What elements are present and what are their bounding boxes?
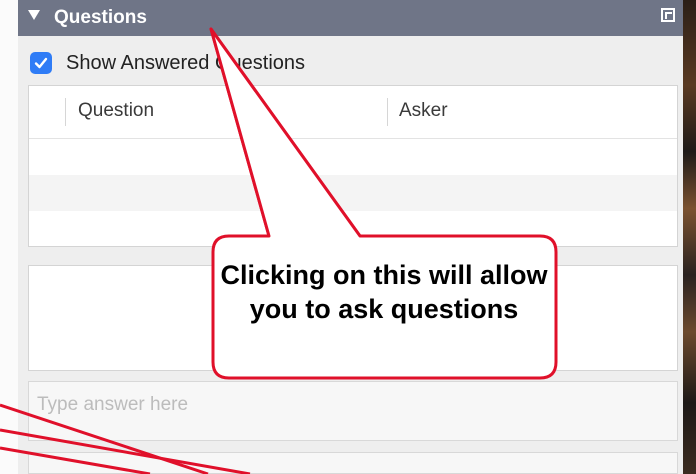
panel-title: Questions [54, 7, 147, 28]
checkmark-icon [34, 57, 48, 69]
triangle-down-icon[interactable] [28, 10, 40, 20]
questions-table: Question Asker [28, 85, 678, 247]
app-window: Questions Show Answered Questions Questi… [0, 0, 696, 474]
questions-panel: Questions Show Answered Questions Questi… [18, 0, 683, 474]
column-header-question[interactable]: Question [78, 100, 154, 122]
panel-titlebar[interactable]: Questions [18, 0, 683, 36]
popout-icon[interactable] [661, 8, 675, 22]
answer-input[interactable] [28, 381, 678, 441]
show-answered-checkbox[interactable] [30, 52, 52, 74]
answer-actions-bar [28, 452, 678, 474]
show-answered-label: Show Answered Questions [66, 51, 306, 74]
background-image-edge [683, 0, 696, 474]
show-answered-option[interactable]: Show Answered Questions [30, 48, 305, 78]
column-divider [65, 98, 66, 126]
column-divider [387, 98, 388, 126]
table-row[interactable] [29, 175, 677, 211]
table-row[interactable] [29, 139, 677, 175]
callout-text: Clicking on this will allow you to ask q… [220, 260, 548, 324]
table-row[interactable] [29, 211, 677, 246]
left-margin [0, 0, 18, 474]
table-header: Question Asker [29, 86, 677, 139]
column-header-asker[interactable]: Asker [399, 100, 448, 122]
